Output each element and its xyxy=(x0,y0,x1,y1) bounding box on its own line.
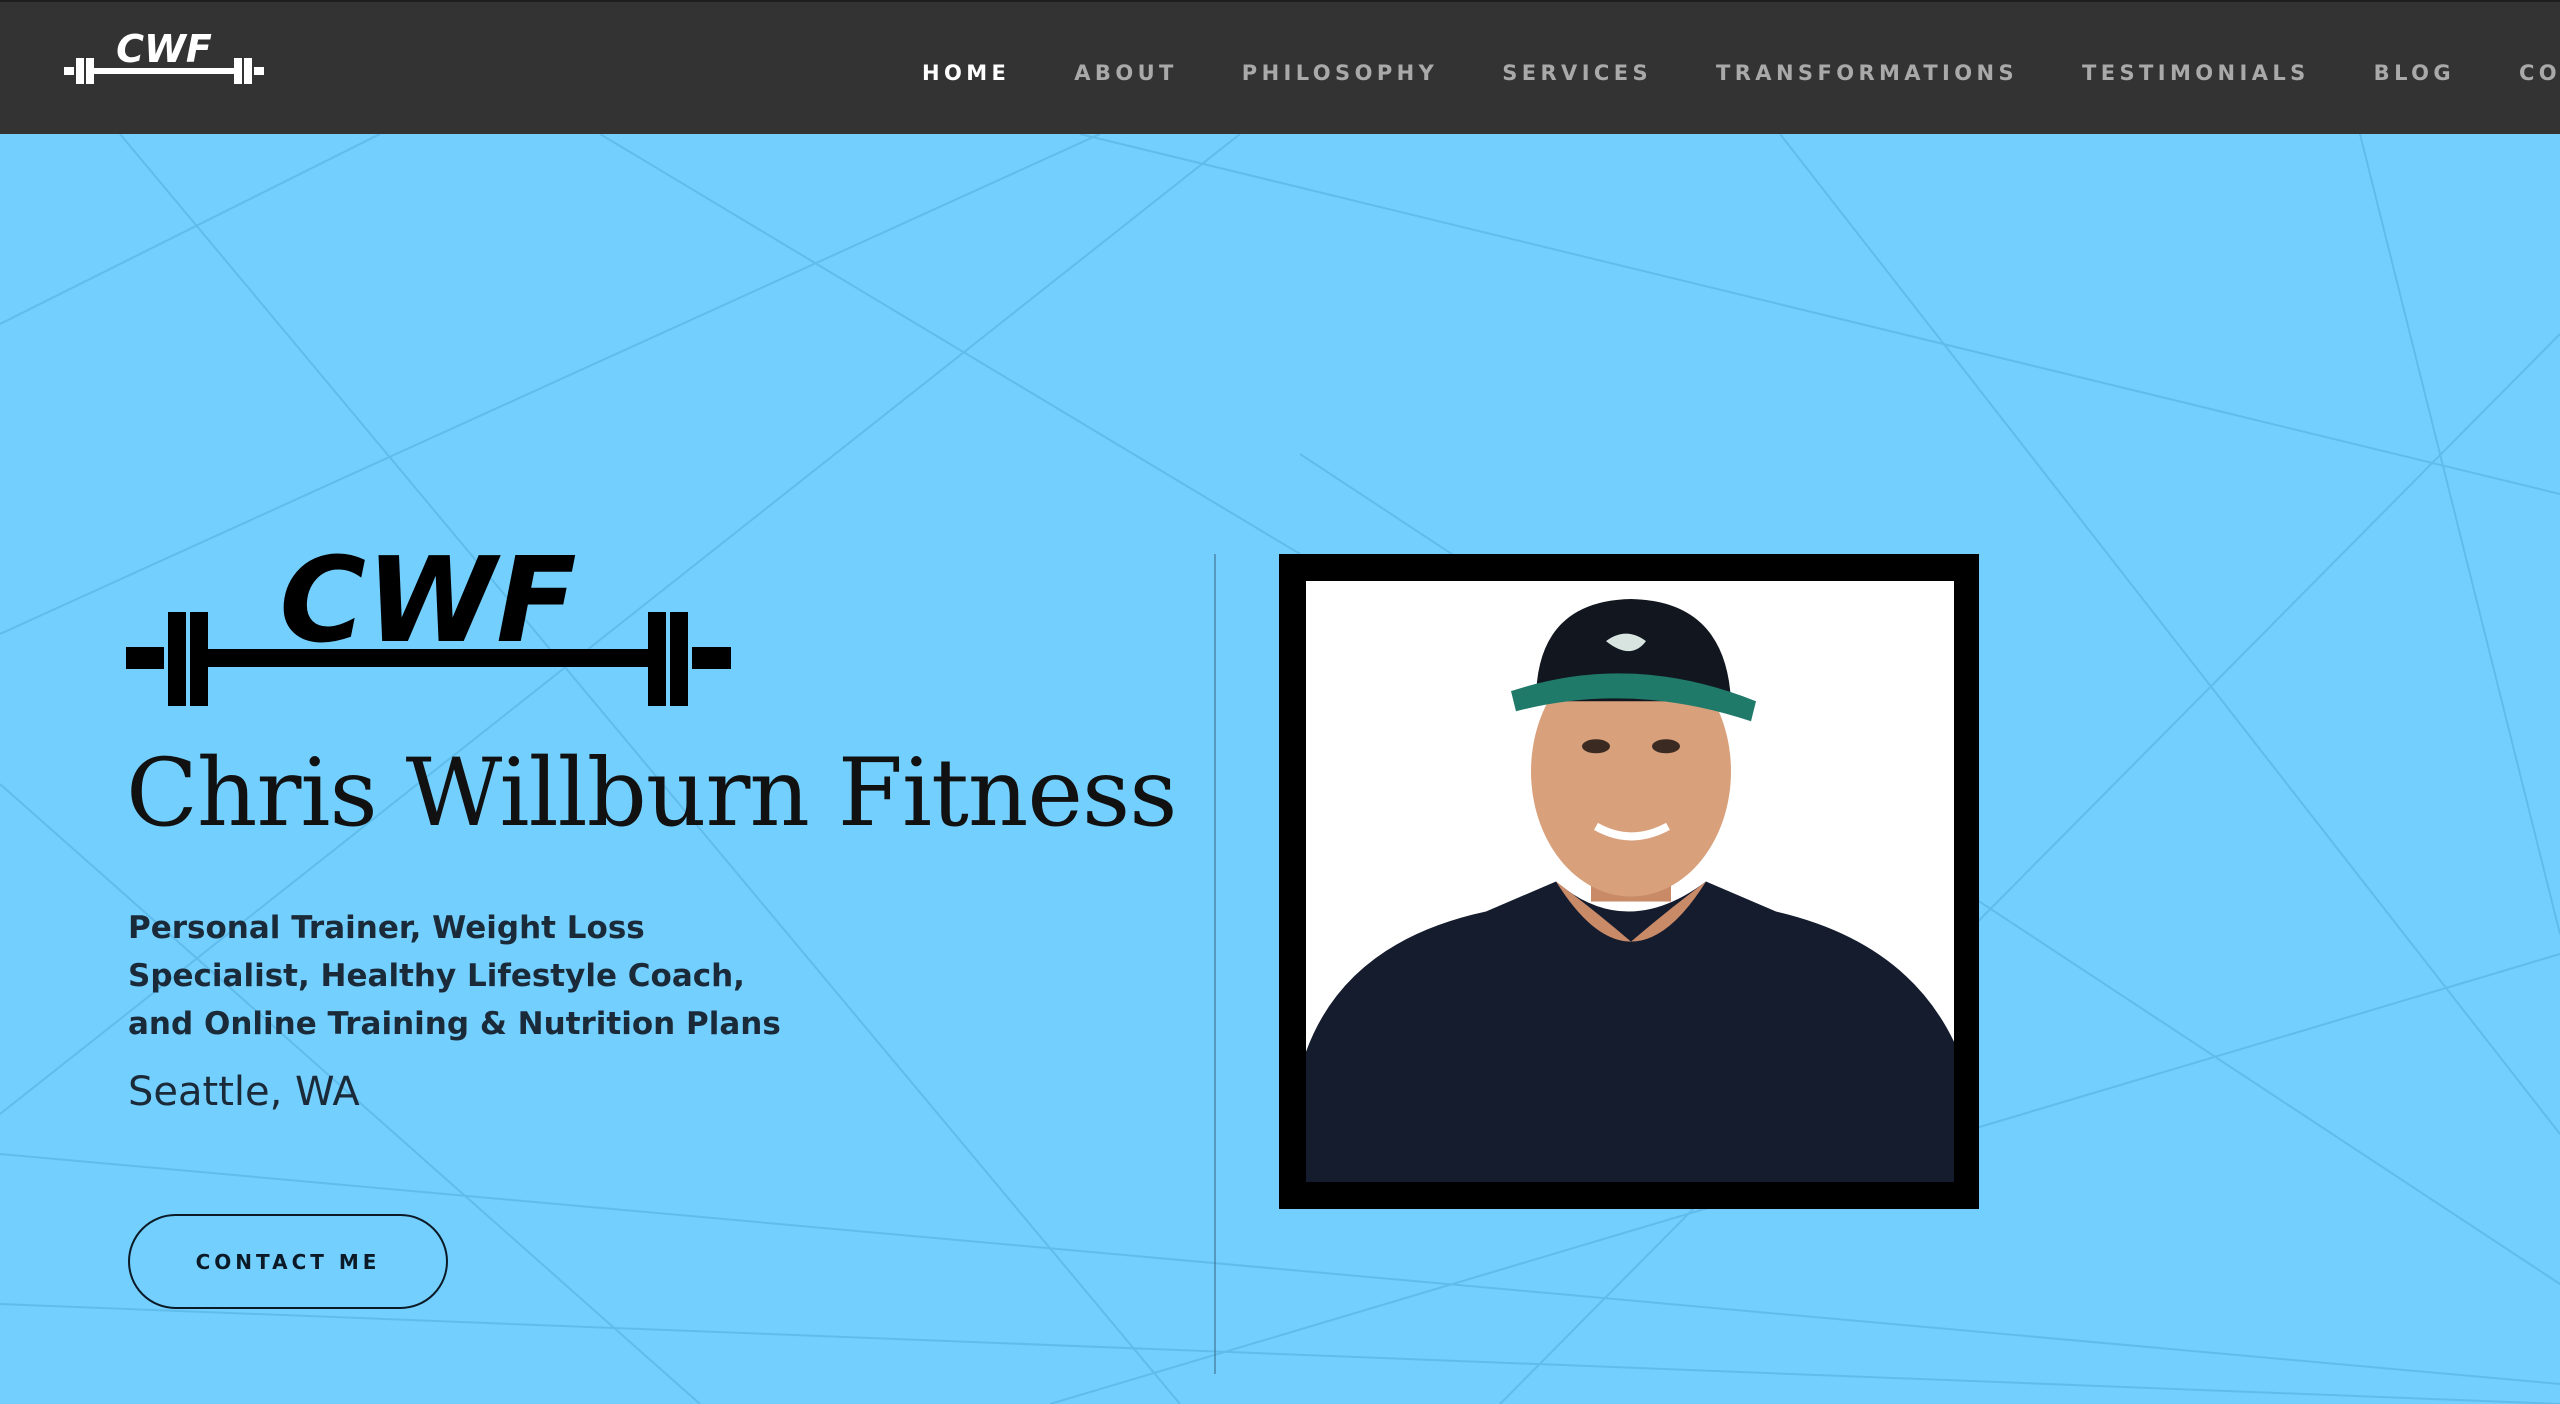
portrait-photo-icon xyxy=(1306,581,1954,1182)
hero-logo-text: CWF xyxy=(279,549,576,669)
nav-item-home[interactable]: HOME xyxy=(922,61,1010,85)
portrait-frame xyxy=(1279,554,1979,1209)
cwf-logo-icon[interactable]: CWF xyxy=(64,30,264,90)
contact-me-button[interactable]: CONTACT ME xyxy=(128,1214,448,1309)
nav-item-about[interactable]: ABOUT xyxy=(1074,61,1178,85)
cwf-hero-logo-icon: CWF xyxy=(126,549,731,706)
hero-tagline: Personal Trainer, Weight Loss Specialist… xyxy=(128,910,781,1042)
nav-logo-text: CWF xyxy=(116,30,212,71)
page-title: Chris Willburn Fitness xyxy=(126,739,1178,848)
nav-menu: HOME ABOUT PHILOSOPHY SERVICES TRANSFORM… xyxy=(922,58,2560,88)
nav-item-services[interactable]: SERVICES xyxy=(1502,61,1652,85)
nav-item-testimonials[interactable]: TESTIMONIALS xyxy=(2082,61,2310,85)
nav-item-blog[interactable]: BLOG xyxy=(2374,61,2455,85)
top-navigation-bar: CWF HOME ABOUT PHILOSOPHY SERVICES TRANS… xyxy=(0,0,2560,134)
vertical-divider xyxy=(1214,554,1216,1374)
hero-section: CWF Chris Willburn Fitness Personal Trai… xyxy=(0,134,2560,1404)
nav-item-transformations[interactable]: TRANSFORMATIONS xyxy=(1716,61,2018,85)
nav-item-philosophy[interactable]: PHILOSOPHY xyxy=(1242,61,1438,85)
hero-location: Seattle, WA xyxy=(128,1069,360,1115)
contact-me-button-label: CONTACT ME xyxy=(195,1249,381,1274)
nav-item-contact[interactable]: CONTACT xyxy=(2519,61,2560,85)
